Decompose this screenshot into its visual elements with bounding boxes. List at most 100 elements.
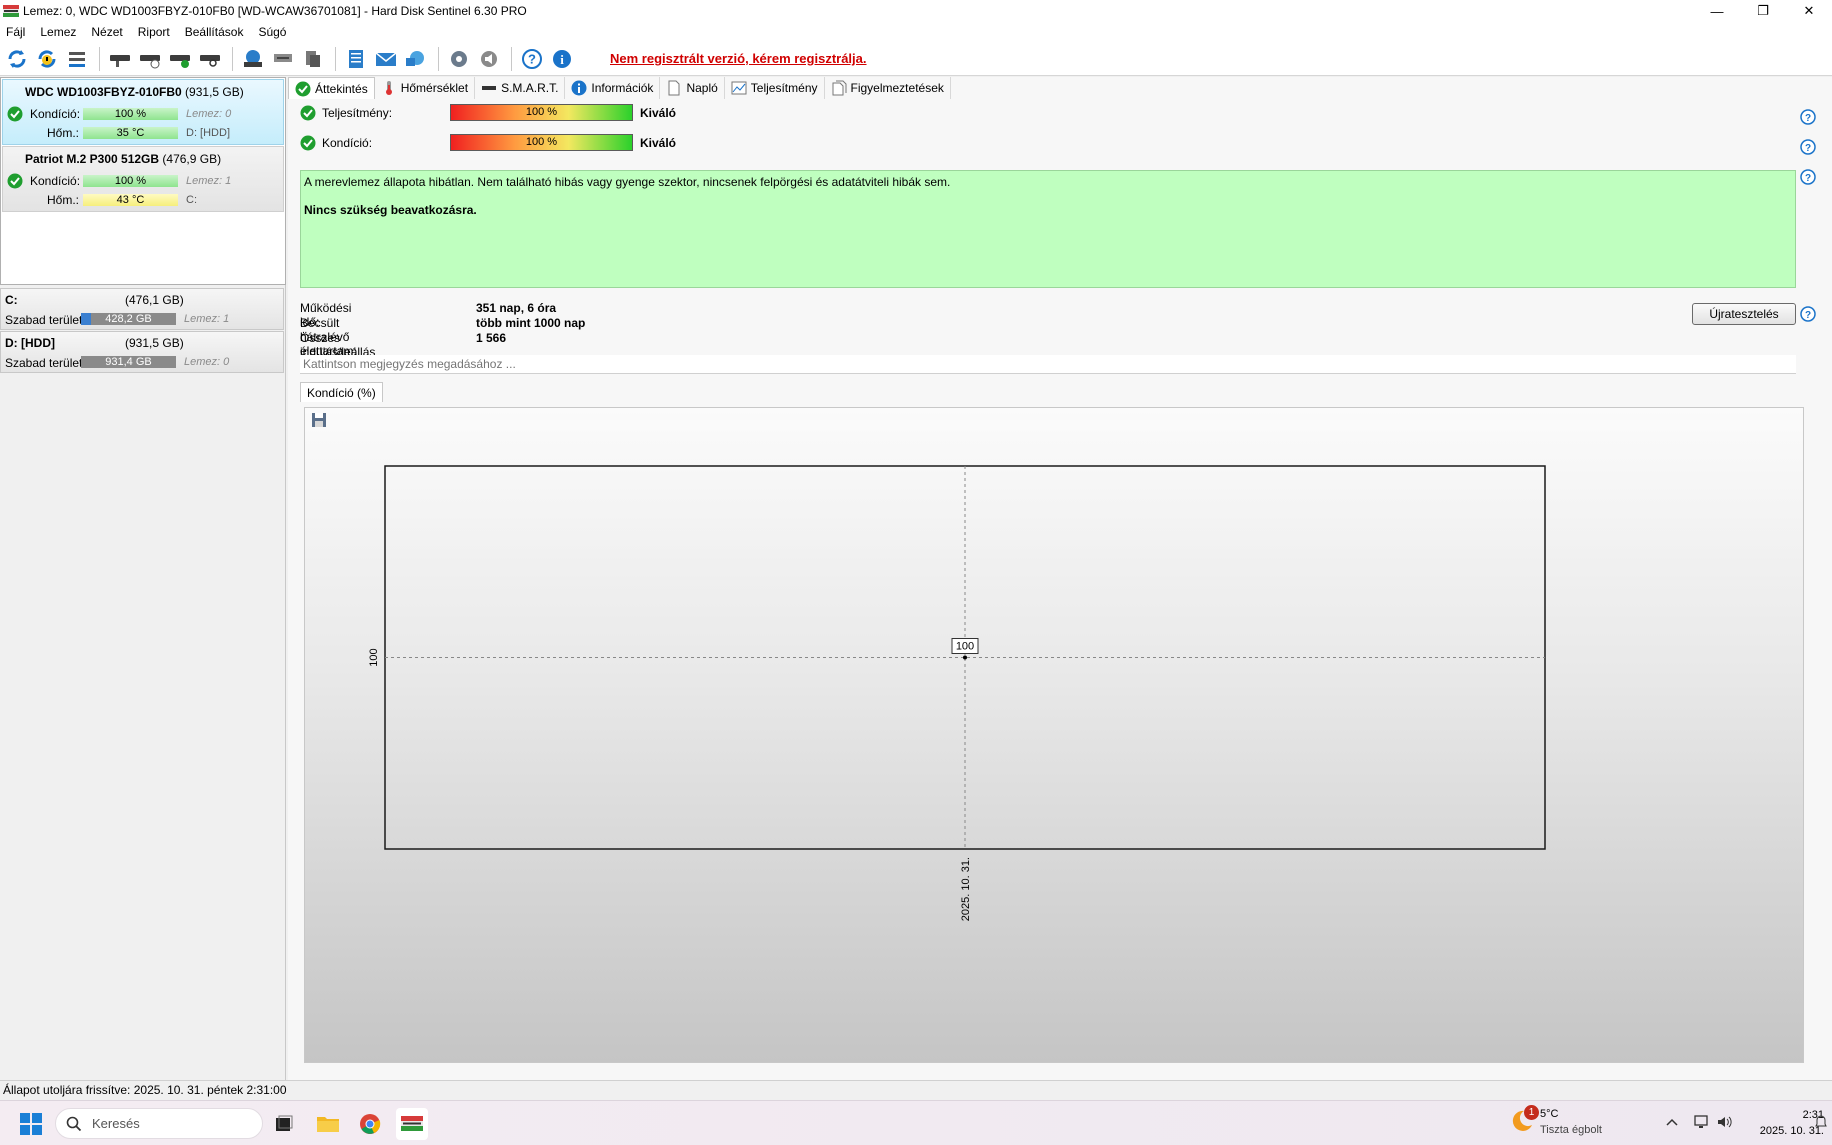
chevron-up-icon[interactable] xyxy=(1663,1113,1681,1131)
health-chart: 100 100 2025. 10. 31. xyxy=(368,465,1546,921)
help-icon[interactable]: ? xyxy=(1800,109,1816,125)
registration-notice-link[interactable]: Nem regisztrált verzió, kérem regisztrál… xyxy=(610,51,867,66)
status-text: A merevlemez állapota hibátlan. Nem talá… xyxy=(304,175,951,189)
tab-label: S.M.A.R.T. xyxy=(501,81,559,95)
menu-file[interactable]: Fájl xyxy=(0,25,34,39)
weather-widget[interactable]: 1 5°C Tiszta égbolt xyxy=(1512,1105,1602,1136)
backup-icon[interactable] xyxy=(299,45,327,73)
disk-surface-icon[interactable] xyxy=(106,45,134,73)
svg-text:?: ? xyxy=(1805,310,1811,321)
task-view-icon[interactable] xyxy=(268,1108,300,1140)
maximize-button[interactable]: ❐ xyxy=(1740,0,1786,22)
help-icon[interactable]: ? xyxy=(1800,169,1816,185)
menu-view[interactable]: Nézet xyxy=(85,25,131,39)
disk-check-icon[interactable] xyxy=(166,45,194,73)
free-space-label: Szabad terület xyxy=(5,313,83,327)
hard-disk-sentinel-taskbar-icon[interactable] xyxy=(396,1108,428,1140)
smart-disk-icon xyxy=(482,86,497,90)
svg-text:?: ? xyxy=(1805,113,1811,124)
tab-log[interactable]: Napló xyxy=(660,77,725,99)
chrome-icon[interactable] xyxy=(354,1108,386,1140)
volume-name: D: [HDD] xyxy=(5,336,55,350)
tab-smart[interactable]: S.M.A.R.T. xyxy=(475,77,566,99)
refresh-icon[interactable] xyxy=(3,45,31,73)
info-icon xyxy=(571,80,587,96)
windows-start-icon[interactable] xyxy=(20,1113,42,1135)
tab-information[interactable]: Információk xyxy=(565,77,661,99)
refresh-all-warning-icon[interactable] xyxy=(33,45,61,73)
menu-help[interactable]: Súgó xyxy=(252,25,295,39)
tab-temperature[interactable]: Hőmérséklet xyxy=(375,77,476,99)
hard-disk-sentinel-icon xyxy=(3,4,19,18)
free-space-bar: 931,4 GB xyxy=(81,356,176,368)
performance-bar: 100 % xyxy=(450,104,633,121)
tab-label: Figyelmeztetések xyxy=(850,81,944,95)
disk-list: WDC WD1003FBYZ-010FB0 (931,5 GB) Kondíci… xyxy=(0,77,286,285)
disk-card-0[interactable]: WDC WD1003FBYZ-010FB0 (931,5 GB) Kondíci… xyxy=(2,79,284,145)
tab-health-chart[interactable]: Kondíció (%) xyxy=(300,382,383,402)
health-chart-panel: 100 100 2025. 10. 31. xyxy=(304,407,1804,1063)
temp-label: Hőm.: xyxy=(47,126,80,140)
menu-report[interactable]: Riport xyxy=(132,25,179,39)
menu-bar: Fájl Lemez Nézet Riport Beállítások Súgó xyxy=(0,22,1832,42)
sound-alert-icon[interactable] xyxy=(475,45,503,73)
tab-overview[interactable]: Áttekintés xyxy=(288,77,375,99)
menu-settings[interactable]: Beállítások xyxy=(179,25,253,39)
web-report-icon[interactable] xyxy=(402,45,430,73)
disk-size: (476,9 GB) xyxy=(162,152,222,166)
help-icon[interactable]: ? xyxy=(1800,306,1816,322)
disk-name: WDC WD1003FBYZ-010FB0 xyxy=(25,85,182,99)
disk-drives: D: [HDD] xyxy=(186,127,230,139)
left-panel: WDC WD1003FBYZ-010FB0 (931,5 GB) Kondíci… xyxy=(0,77,286,1080)
disk-search-icon[interactable] xyxy=(196,45,224,73)
status-bar: Állapot utoljára frissítve: 2025. 10. 31… xyxy=(0,1080,1832,1100)
volume-icon[interactable] xyxy=(1716,1113,1734,1131)
health-label: Kondíció: xyxy=(30,107,81,121)
health-label: Kondíció: xyxy=(322,136,373,150)
help-icon[interactable]: ? xyxy=(518,45,546,73)
weather-badge: 1 xyxy=(1524,1105,1539,1120)
minimize-button[interactable]: — xyxy=(1694,0,1740,22)
note-input[interactable] xyxy=(300,355,1796,374)
disk-card-1[interactable]: Patriot M.2 P300 512GB (476,9 GB) Kondíc… xyxy=(2,146,284,212)
tab-label: Hőmérséklet xyxy=(400,81,469,95)
taskbar: Keresés 1 5°C Tiszta égbolt 2:31 2025. 1… xyxy=(0,1100,1832,1145)
tab-performance[interactable]: Teljesítmény xyxy=(725,77,825,99)
toolbar: ? i Nem regisztrált verzió, kérem regisz… xyxy=(0,42,1832,76)
temp-bar: 43 °C xyxy=(83,194,178,206)
email-report-icon[interactable] xyxy=(372,45,400,73)
data-point xyxy=(963,655,967,660)
info-icon[interactable]: i xyxy=(548,45,576,73)
volume-card-d[interactable]: D: [HDD] (931,5 GB) Szabad terület 931,4… xyxy=(0,331,284,373)
disk-size: (931,5 GB) xyxy=(185,85,244,99)
settings-gear-icon[interactable] xyxy=(445,45,473,73)
disk-name: Patriot M.2 P300 512GB xyxy=(25,152,160,166)
status-action: Nincs szükség beavatkozásra. xyxy=(304,203,477,217)
weather-description: Tiszta égbolt xyxy=(1540,1124,1602,1136)
disk-title: WDC WD1003FBYZ-010FB0 (931,5 GB) xyxy=(25,85,244,99)
notepad-report-icon[interactable] xyxy=(342,45,370,73)
check-ok-icon xyxy=(300,135,316,151)
menu-disk[interactable]: Lemez xyxy=(34,25,85,39)
temp-label: Hőm.: xyxy=(47,193,80,207)
disk-list-icon[interactable] xyxy=(63,45,91,73)
stat-value: 1 566 xyxy=(476,331,507,345)
disk-schedule-icon[interactable] xyxy=(136,45,164,73)
volume-size: (931,5 GB) xyxy=(125,336,184,350)
data-label: 100 xyxy=(956,641,974,653)
taskbar-search[interactable]: Keresés xyxy=(55,1108,263,1139)
retest-button[interactable]: Újratesztelés xyxy=(1692,303,1796,325)
help-icon[interactable]: ? xyxy=(1800,139,1816,155)
health-bar: 100 % xyxy=(450,134,633,151)
tab-alerts[interactable]: Figyelmeztetések xyxy=(825,77,951,99)
network-disk-icon[interactable] xyxy=(269,45,297,73)
volume-card-c[interactable]: C: (476,1 GB) Szabad terület 428,2 GB Le… xyxy=(0,288,284,330)
notification-bell-icon[interactable] xyxy=(1812,1113,1830,1131)
log-document-icon xyxy=(668,80,680,96)
volume-name: C: xyxy=(5,293,18,307)
network-icon[interactable] xyxy=(1693,1113,1711,1131)
file-explorer-icon[interactable] xyxy=(312,1108,344,1140)
report-globe-icon[interactable] xyxy=(239,45,267,73)
save-icon[interactable] xyxy=(311,412,327,428)
close-button[interactable]: ✕ xyxy=(1786,0,1832,22)
